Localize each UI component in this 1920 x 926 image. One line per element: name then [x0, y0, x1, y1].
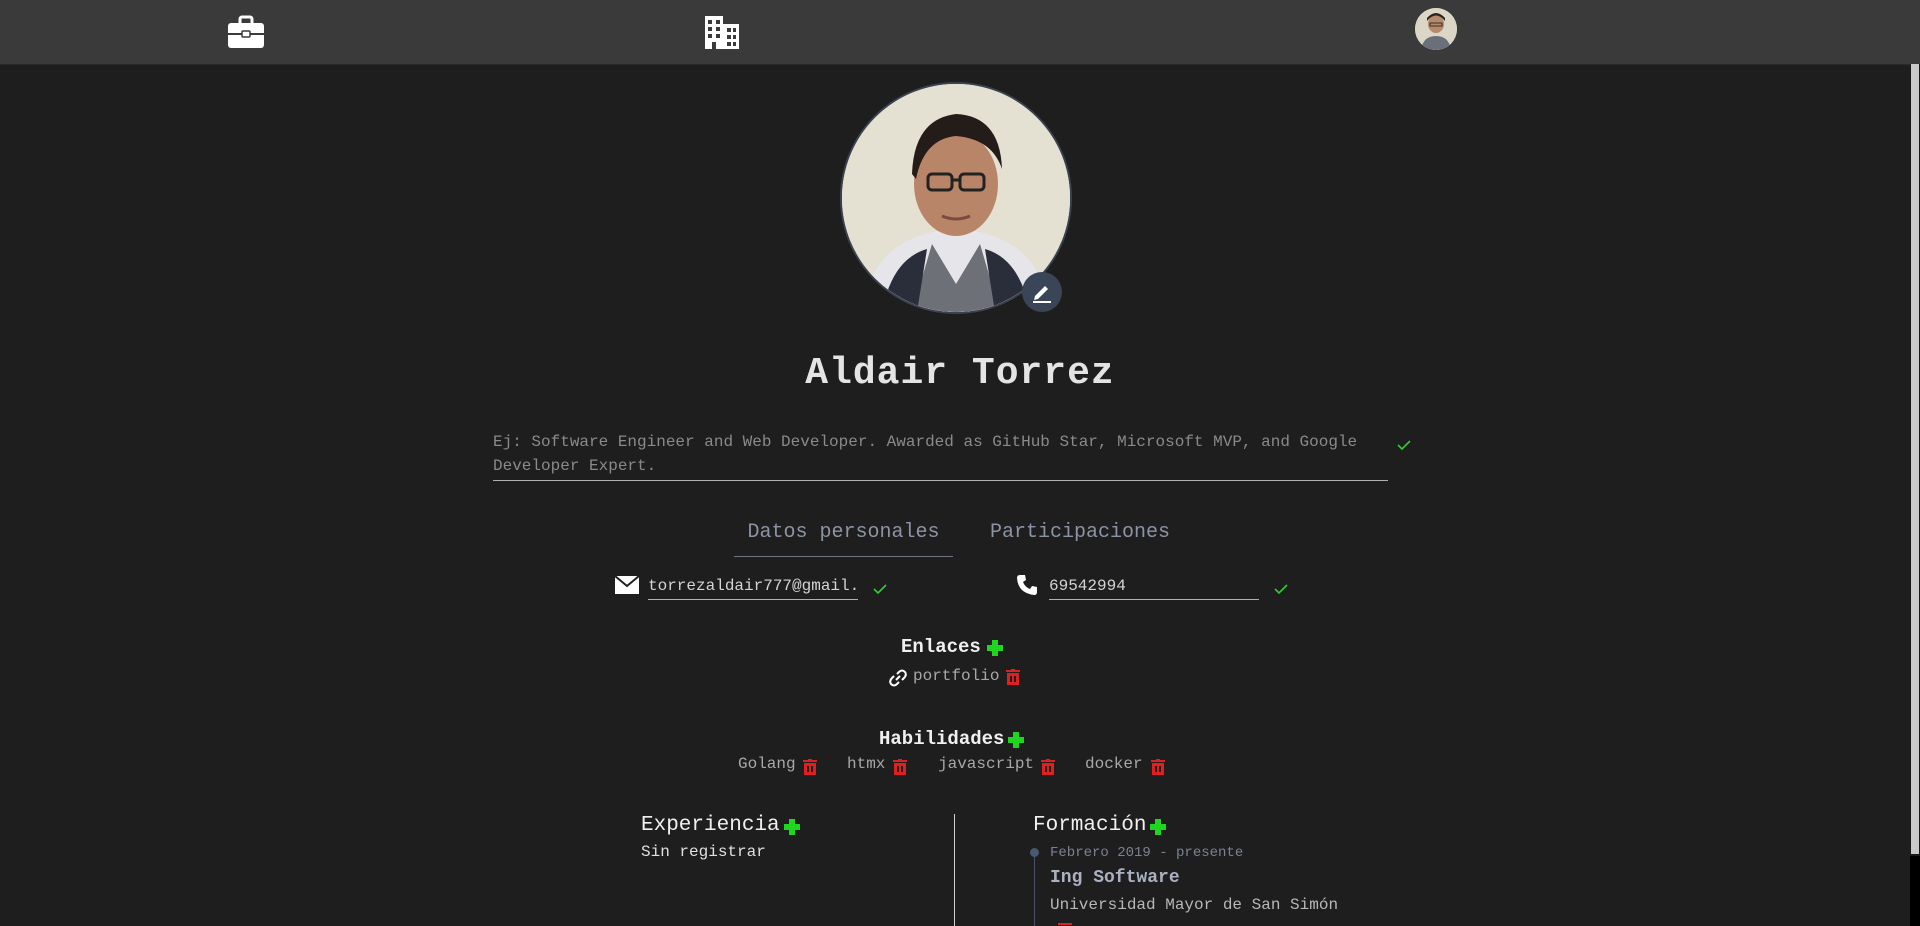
phone-icon — [1016, 574, 1038, 601]
scrollbar-track — [1910, 856, 1920, 926]
add-experience-button[interactable] — [784, 819, 800, 835]
edit-photo-button[interactable] — [1022, 272, 1062, 312]
delete-skill-trash-icon[interactable] — [1041, 759, 1055, 775]
delete-skill-trash-icon[interactable] — [803, 759, 817, 775]
add-link-button[interactable] — [987, 640, 1003, 656]
links-title: Enlaces — [901, 636, 981, 658]
delete-skill-trash-icon[interactable] — [893, 759, 907, 775]
experience-empty-text: Sin registrar — [641, 843, 766, 861]
page-scrollbar[interactable] — [1910, 64, 1920, 926]
bio-save-check-icon[interactable] — [1397, 438, 1411, 451]
education-timeline-dot — [1030, 848, 1039, 857]
education-degree: Ing Software — [1050, 868, 1180, 888]
briefcase-icon[interactable] — [227, 14, 265, 50]
experience-title: Experiencia — [641, 814, 780, 837]
skill-chip: docker — [1085, 755, 1143, 773]
education-title: Formación — [1033, 814, 1147, 837]
delete-education-trash-icon[interactable] — [1058, 922, 1072, 926]
education-institution: Universidad Mayor de San Simón — [1050, 896, 1339, 914]
profile-name: Aldair Torrez — [805, 352, 1115, 395]
email-save-check-icon[interactable] — [873, 582, 887, 595]
top-navbar — [0, 0, 1920, 65]
phone-save-check-icon[interactable] — [1274, 582, 1288, 595]
pencil-icon — [1033, 286, 1051, 303]
delete-link-trash-icon[interactable] — [1006, 669, 1020, 685]
skills-title: Habilidades — [879, 728, 1005, 750]
link-item[interactable]: portfolio — [913, 667, 999, 685]
envelope-icon — [614, 575, 640, 600]
education-period: Febrero 2019 - presente — [1050, 845, 1244, 861]
education-timeline-line — [1034, 852, 1035, 926]
tab-datos-personales[interactable]: Datos personales — [734, 520, 953, 557]
scrollbar-thumb[interactable] — [1911, 64, 1919, 854]
tab-participaciones[interactable]: Participaciones — [980, 520, 1180, 556]
bio-input[interactable] — [493, 430, 1388, 481]
add-education-button[interactable] — [1150, 819, 1166, 835]
link-icon — [889, 669, 907, 692]
profile-tabs: Datos personales Participaciones — [0, 520, 1920, 560]
user-avatar[interactable] — [1415, 8, 1457, 50]
skill-chip: htmx — [847, 755, 886, 773]
email-field[interactable] — [648, 573, 858, 600]
skill-chip: Golang — [738, 755, 796, 773]
column-divider — [954, 814, 955, 926]
add-skill-button[interactable] — [1008, 732, 1024, 748]
skill-chip: javascript — [938, 755, 1035, 773]
phone-field[interactable] — [1049, 573, 1259, 600]
building-icon[interactable] — [703, 14, 741, 50]
delete-skill-trash-icon[interactable] — [1151, 759, 1165, 775]
